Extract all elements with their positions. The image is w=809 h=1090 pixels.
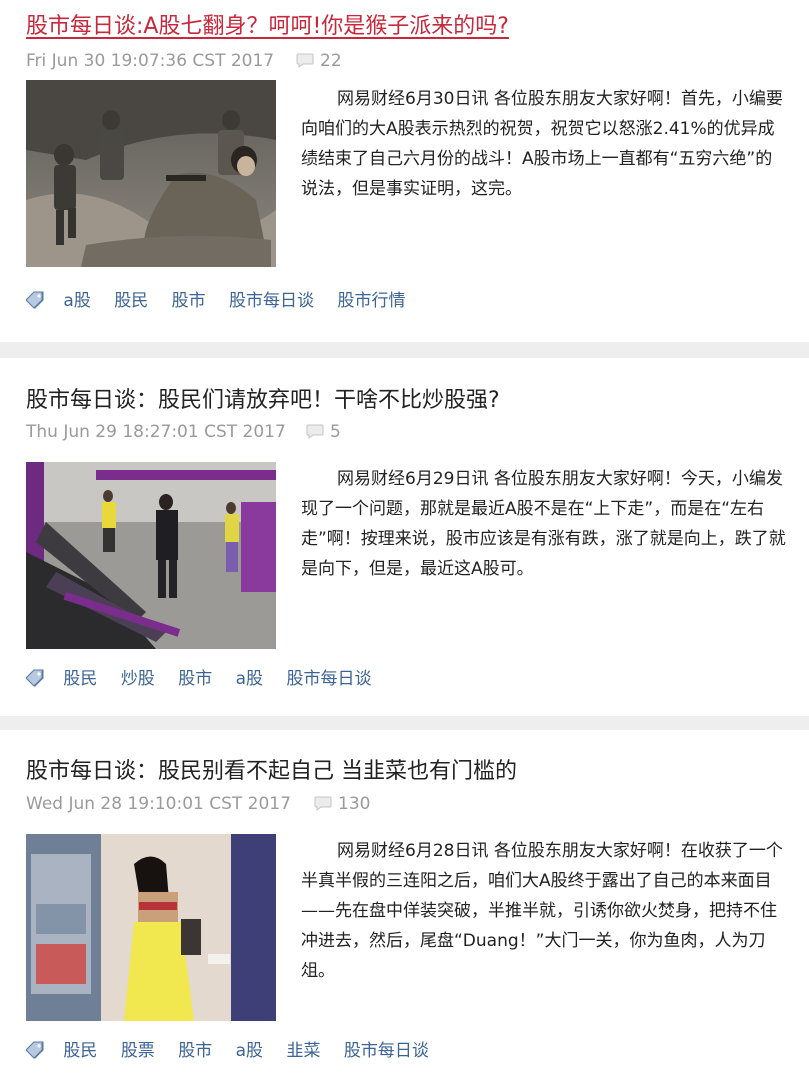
post-card: 股市每日谈:A股七翻身？呵呵!你是猴子派来的吗? Fri Jun 30 19:0…	[0, 0, 809, 342]
post-thumbnail[interactable]	[26, 834, 276, 1021]
gym-scene-image	[26, 462, 276, 649]
tag-link[interactable]: 股市行情	[337, 291, 405, 311]
comment-count[interactable]: 5	[306, 421, 341, 443]
post-excerpt: 网易财经6月28日讯 各位股东朋友大家好啊！在收获了一个半真半假的三连阳之后，咱…	[301, 841, 783, 981]
tag-link[interactable]: 股票	[121, 1041, 155, 1061]
tag-link[interactable]: 股民	[63, 669, 97, 689]
tag-link[interactable]: 股市每日谈	[286, 669, 371, 689]
comment-icon	[314, 796, 332, 811]
tag-link[interactable]: a股	[236, 1041, 263, 1061]
post-thumbnail[interactable]	[26, 462, 276, 649]
street-scene-image	[26, 834, 276, 1021]
post-excerpt: 网易财经6月30日讯 各位股东朋友大家好啊！首先，小编要向咱们的大A股表示热烈的…	[301, 89, 783, 199]
post-title[interactable]: 股市每日谈：股民们请放弃吧！干啥不比炒股强?	[26, 386, 500, 416]
tag-link[interactable]: 股市每日谈	[344, 1041, 429, 1061]
post-meta: Wed Jun 28 19:10:01 CST 2017 130	[26, 793, 370, 815]
post-date: Wed Jun 28 19:10:01 CST 2017	[26, 794, 291, 814]
comment-count[interactable]: 130	[314, 793, 370, 815]
comment-count-value: 22	[320, 51, 342, 71]
post-card: 股市每日谈：股民别看不起自己 当韭菜也有门槛的 Wed Jun 28 19:10…	[0, 730, 809, 1090]
post-date: Fri Jun 30 19:07:36 CST 2017	[26, 51, 275, 71]
comment-count[interactable]: 22	[296, 50, 342, 72]
comment-count-value: 5	[330, 422, 341, 442]
tag-link[interactable]: 股市每日谈	[229, 291, 314, 311]
comment-count-value: 130	[338, 794, 371, 814]
post-excerpt: 网易财经6月29日讯 各位股东朋友大家好啊！今天，小编发现了一个问题，那就是最近…	[301, 469, 786, 579]
tag-link[interactable]: 炒股	[121, 669, 155, 689]
post-date: Thu Jun 29 18:27:01 CST 2017	[26, 422, 286, 442]
tags-icon	[26, 291, 44, 309]
post-card: 股市每日谈：股民们请放弃吧！干啥不比炒股强? Thu Jun 29 18:27:…	[0, 358, 809, 716]
post-title[interactable]: 股市每日谈：股民别看不起自己 当韭菜也有门槛的	[26, 757, 517, 787]
comment-icon	[296, 53, 314, 68]
tags-icon	[26, 1041, 44, 1059]
battle-scene-image	[26, 80, 276, 267]
tag-link[interactable]: 股市	[172, 291, 206, 311]
tag-link[interactable]: 股市	[178, 1041, 212, 1061]
tag-link[interactable]: 股民	[63, 1041, 97, 1061]
tag-link[interactable]: 股民	[114, 291, 148, 311]
post-meta: Thu Jun 29 18:27:01 CST 2017 5	[26, 421, 341, 443]
tag-list: 股民 股票 股市 a股 韭菜 股市每日谈	[26, 1038, 447, 1064]
post-title-link[interactable]: 股市每日谈:A股七翻身？呵呵!你是猴子派来的吗?	[26, 12, 509, 42]
comment-icon	[306, 424, 324, 439]
tags-icon	[26, 669, 44, 687]
tag-link[interactable]: a股	[63, 291, 90, 311]
tag-link[interactable]: 韭菜	[286, 1041, 320, 1061]
tag-list: a股 股民 股市 股市每日谈 股市行情	[26, 288, 423, 314]
post-thumbnail[interactable]	[26, 80, 276, 267]
tag-list: 股民 炒股 股市 a股 股市每日谈	[26, 666, 389, 692]
tag-link[interactable]: 股市	[178, 669, 212, 689]
post-meta: Fri Jun 30 19:07:36 CST 2017 22	[26, 50, 342, 72]
tag-link[interactable]: a股	[236, 669, 263, 689]
